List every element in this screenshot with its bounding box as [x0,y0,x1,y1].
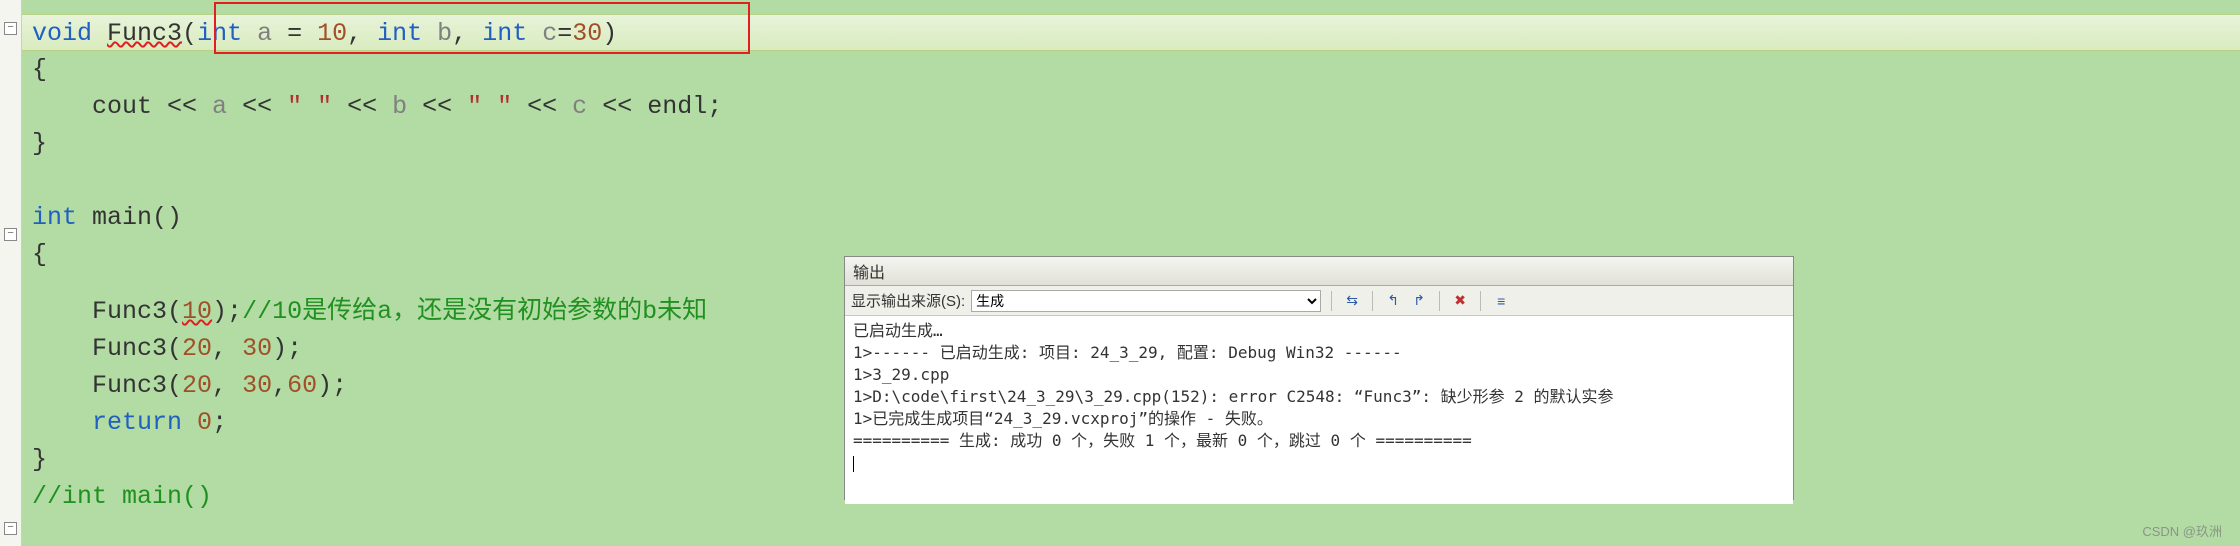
toolbar-separator [1372,291,1373,311]
output-line: 1>------ 已启动生成: 项目: 24_3_29, 配置: Debug W… [853,343,1402,362]
output-line: 1>已完成生成项目“24_3_29.vcxproj”的操作 - 失败。 [853,409,1273,428]
toolbar-separator [1480,291,1481,311]
output-title: 输出 [845,257,1793,286]
code-line[interactable]: cout << a << " " << b << " " << c << end… [22,88,2240,125]
fold-icon[interactable]: − [4,228,17,241]
output-line: 1>3_29.cpp [853,365,949,384]
output-toolbar: 显示输出来源(S): 生成 ⇆ ↰ ↱ ✖ ≡ [845,286,1793,316]
output-source-select[interactable]: 生成 [971,290,1321,312]
prev-message-icon[interactable]: ↰ [1383,291,1403,311]
toolbar-separator [1439,291,1440,311]
next-message-icon[interactable]: ↱ [1409,291,1429,311]
gutter: − − − [0,0,22,546]
output-body[interactable]: 已启动生成… 1>------ 已启动生成: 项目: 24_3_29, 配置: … [845,316,1793,504]
function-name: Func3 [107,19,182,48]
output-source-label: 显示输出来源(S): [851,290,965,311]
fold-icon[interactable]: − [4,22,17,35]
clear-icon[interactable]: ✖ [1450,291,1470,311]
output-line: ========== 生成: 成功 0 个，失败 1 个，最新 0 个，跳过 0… [853,431,1472,450]
output-panel: 输出 显示输出来源(S): 生成 ⇆ ↰ ↱ ✖ ≡ 已启动生成… 1>----… [844,256,1794,500]
blank-line[interactable] [22,162,2240,199]
goto-message-icon[interactable]: ⇆ [1342,291,1362,311]
wrap-icon[interactable]: ≡ [1491,291,1511,311]
text-cursor [853,456,854,472]
code-line[interactable]: } [22,125,2240,162]
output-line: 已启动生成… [853,321,943,340]
watermark: CSDN @玖洲 [2142,521,2222,540]
code-line[interactable]: int main() [22,199,2240,236]
fold-icon[interactable]: − [4,522,17,535]
code-line[interactable]: { [22,51,2240,88]
toolbar-separator [1331,291,1332,311]
output-line: 1>D:\code\first\24_3_29\3_29.cpp(152): e… [853,387,1614,406]
annotation-box [214,2,750,54]
